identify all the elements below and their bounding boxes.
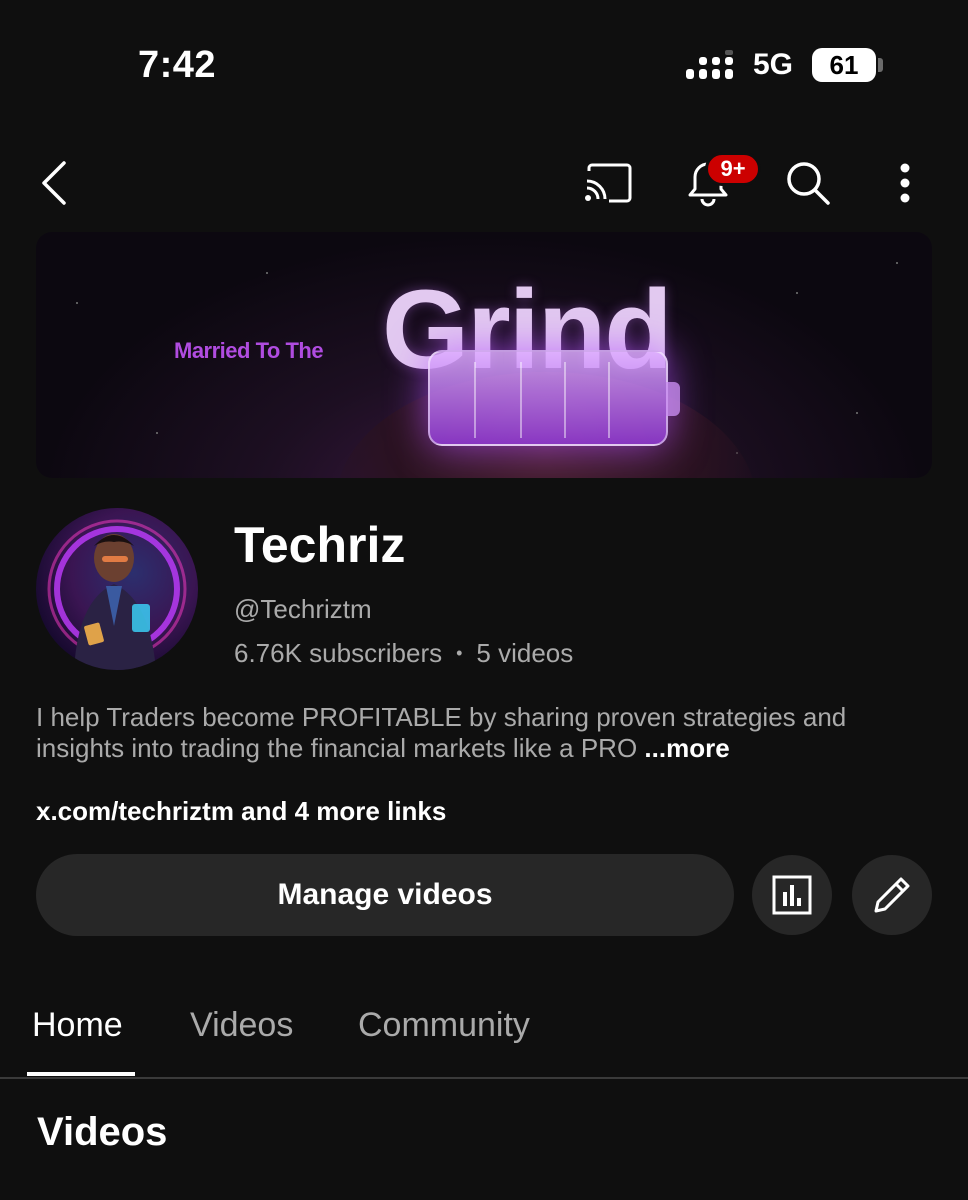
banner-star [76,302,78,304]
banner-star [856,412,858,414]
banner-star [266,272,268,274]
banner-star [896,262,898,264]
battery-segment [564,362,566,438]
tabs-divider [0,1077,968,1079]
status-time: 7:42 [138,44,217,86]
banner-star [796,292,798,294]
status-bar: 7:42 5G 61 [0,0,968,130]
channel-handle: @Techriztm [234,594,372,624]
network-type: 5G [753,48,794,81]
search-button[interactable] [780,155,836,211]
analytics-chart-icon [772,875,812,915]
chevron-left-icon [42,161,66,205]
avatar-illustration [47,519,187,670]
battery-level: 61 [829,49,859,80]
banner-battery-graphic [428,350,668,446]
search-icon [787,162,830,205]
banner-battery-cap [666,382,680,416]
video-count: 5 videos [476,638,574,668]
tab-community[interactable]: Community [358,1006,530,1045]
back-button[interactable] [30,155,80,211]
battery-segment [520,362,522,438]
analytics-button[interactable] [752,855,832,935]
channel-tabs: Home Videos Community [0,990,968,1080]
notification-count-badge: 9+ [705,152,761,186]
channel-avatar[interactable] [36,508,198,670]
tab-videos[interactable]: Videos [190,1006,293,1045]
channel-stats: 6.76K subscribers • 5 videos [234,638,573,669]
edit-channel-button[interactable] [852,855,932,935]
banner-star [156,432,158,434]
pencil-icon [874,877,910,913]
channel-links[interactable]: x.com/techriztm and 4 more links [36,796,446,827]
more-vertical-icon [900,163,910,203]
battery-indicator: 61 [812,48,876,82]
more-options-button[interactable] [880,155,930,211]
battery-cap [878,58,883,72]
subscriber-count: 6.76K subscribers [234,638,443,668]
section-title-videos: Videos [37,1110,168,1154]
banner-tagline: Married To The [174,338,324,363]
channel-description[interactable]: I help Traders become PROFITABLE by shar… [36,702,936,764]
cellular-signal-icon [686,50,733,79]
battery-segment [474,362,476,438]
cast-button[interactable] [580,160,636,206]
battery-segment [608,362,610,438]
description-more-link[interactable]: ...more [637,733,729,763]
channel-name: Techriz [234,517,406,573]
channel-banner: Married To The Grind [36,232,932,478]
manage-videos-button[interactable]: Manage videos [36,854,734,936]
stats-separator: • [456,643,463,663]
active-tab-indicator [27,1072,135,1076]
tab-home[interactable]: Home [32,1006,123,1045]
cast-icon [585,163,632,203]
